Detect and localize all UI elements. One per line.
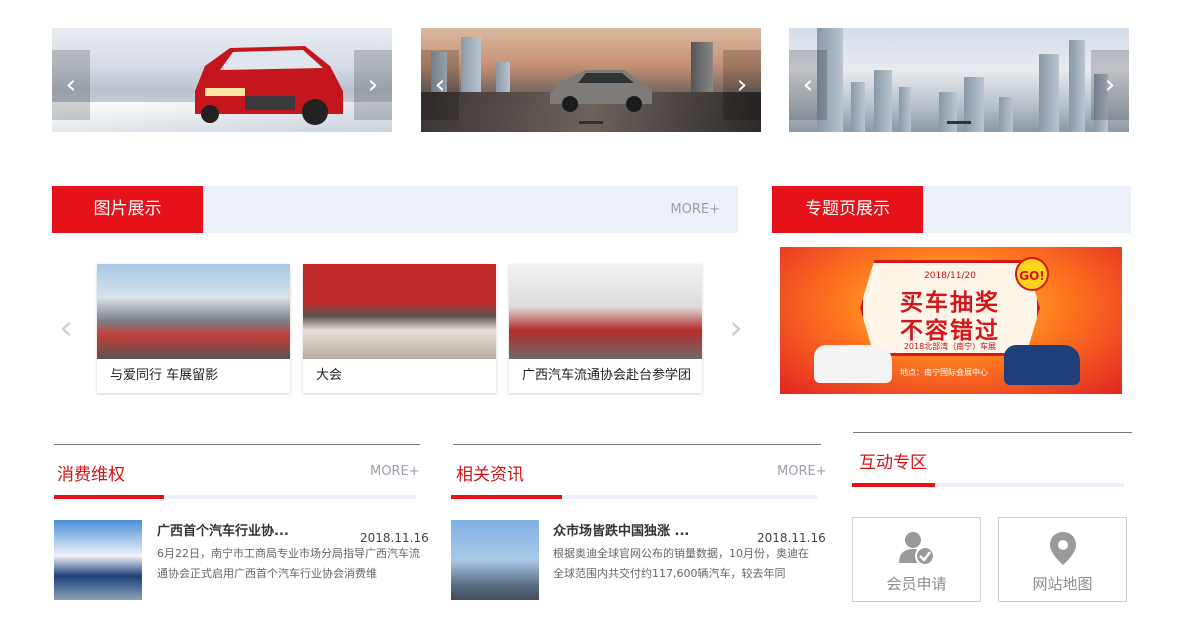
gallery-photo — [509, 264, 702, 359]
special-title: 专题页展示 — [772, 186, 923, 233]
banner-dot[interactable] — [947, 121, 971, 124]
interactive-title: 互动专区 — [859, 453, 927, 473]
banner-slider-1[interactable]: ‹ › — [52, 28, 392, 132]
gallery-card[interactable]: 广西汽车流通协会赴台参学团 — [509, 264, 702, 393]
section-divider — [453, 444, 821, 445]
banner-next-button[interactable]: › — [1091, 50, 1129, 120]
member-apply-button[interactable]: 会员申请 — [852, 517, 981, 602]
related-title: 相关资讯 — [456, 465, 524, 485]
promo-go-badge: GO! — [1015, 257, 1049, 291]
white-suv-image — [814, 345, 892, 383]
consumer-news-summary: 6月22日，南宁市工商局专业市场分局指导广西汽车流通协会正式启用广西首个汽车行业… — [157, 547, 420, 580]
promo-date: 2018/11/20 — [924, 271, 976, 281]
banner-prev-button[interactable]: ‹ — [52, 50, 90, 120]
interactive-underline — [852, 483, 1124, 487]
related-news-summary: 根据奥迪全球官网公布的销量数据，10月份，奥迪在全球范围内共交付约117,600… — [553, 547, 809, 580]
promo-banner[interactable]: 2018/11/20 买车抽奖 不容错过 2018北部湾（南宁）车展 GO! 地… — [780, 247, 1122, 394]
gallery-prev-arrow[interactable]: ‹ — [54, 306, 78, 350]
consumer-news-date: 2018.11.16 — [360, 531, 429, 545]
member-check-icon — [898, 532, 935, 566]
consumer-underline — [54, 495, 416, 499]
consumer-more-link[interactable]: MORE+ — [370, 464, 420, 479]
banner-next-button[interactable]: › — [354, 50, 392, 120]
related-news-date: 2018.11.16 — [757, 531, 826, 545]
section-divider — [853, 432, 1132, 433]
banner-prev-button[interactable]: ‹ — [789, 50, 827, 120]
gallery-next-arrow[interactable]: › — [724, 306, 748, 350]
gallery-caption: 与爱同行 车展留影 — [110, 368, 219, 383]
banner-slider-2[interactable]: ‹ › — [421, 28, 761, 132]
gallery-card[interactable]: 与爱同行 车展留影 — [97, 264, 290, 393]
related-underline — [451, 495, 817, 499]
promo-headline-2: 不容错过 — [900, 318, 1000, 344]
banner-next-button[interactable]: › — [723, 50, 761, 120]
grey-sedan-image — [550, 70, 652, 112]
gallery-photo — [97, 264, 290, 359]
related-more-link[interactable]: MORE+ — [777, 464, 827, 479]
gallery-header: 图片展示 MORE+ — [52, 186, 738, 233]
sitemap-button[interactable]: 网站地图 — [998, 517, 1127, 602]
red-suv-image — [195, 46, 343, 125]
blue-suv-image — [1004, 345, 1080, 385]
banner-slider-3[interactable]: ‹ › — [789, 28, 1129, 132]
related-news-title[interactable]: 众市场皆跌中国独涨 ... — [553, 520, 689, 539]
consumer-title: 消费维权 — [57, 465, 125, 485]
gallery-more-link[interactable]: MORE+ — [670, 186, 720, 233]
section-divider — [54, 444, 420, 445]
consumer-news-title[interactable]: 广西首个汽车行业协... — [157, 520, 289, 539]
banner-pagination — [579, 121, 603, 124]
location-pin-icon — [1049, 532, 1076, 565]
banner-photo-red-suv — [52, 28, 392, 132]
banner-prev-button[interactable]: ‹ — [421, 50, 459, 120]
banner-pagination — [947, 121, 971, 124]
gallery-photo — [303, 264, 496, 359]
gallery-caption: 广西汽车流通协会赴台参学团 — [522, 368, 692, 383]
gallery-caption: 大会 — [316, 368, 343, 383]
gallery-card[interactable]: 大会 — [303, 264, 496, 393]
special-header: 专题页展示 — [772, 186, 1131, 233]
gallery-title: 图片展示 — [52, 186, 203, 233]
sitemap-label: 网站地图 — [1032, 575, 1093, 593]
banner-dot[interactable] — [579, 121, 603, 124]
related-news-image[interactable] — [451, 520, 539, 600]
consumer-news-image[interactable] — [54, 520, 142, 600]
promo-location: 地点：南宁国际会展中心 — [900, 368, 988, 377]
promo-board: 2018/11/20 买车抽奖 不容错过 2018北部湾（南宁）车展 — [860, 260, 1040, 356]
member-apply-label: 会员申请 — [886, 575, 947, 593]
banner-photo-grey-sedan — [421, 28, 761, 132]
banner-photo-city-skyline — [789, 28, 1129, 132]
